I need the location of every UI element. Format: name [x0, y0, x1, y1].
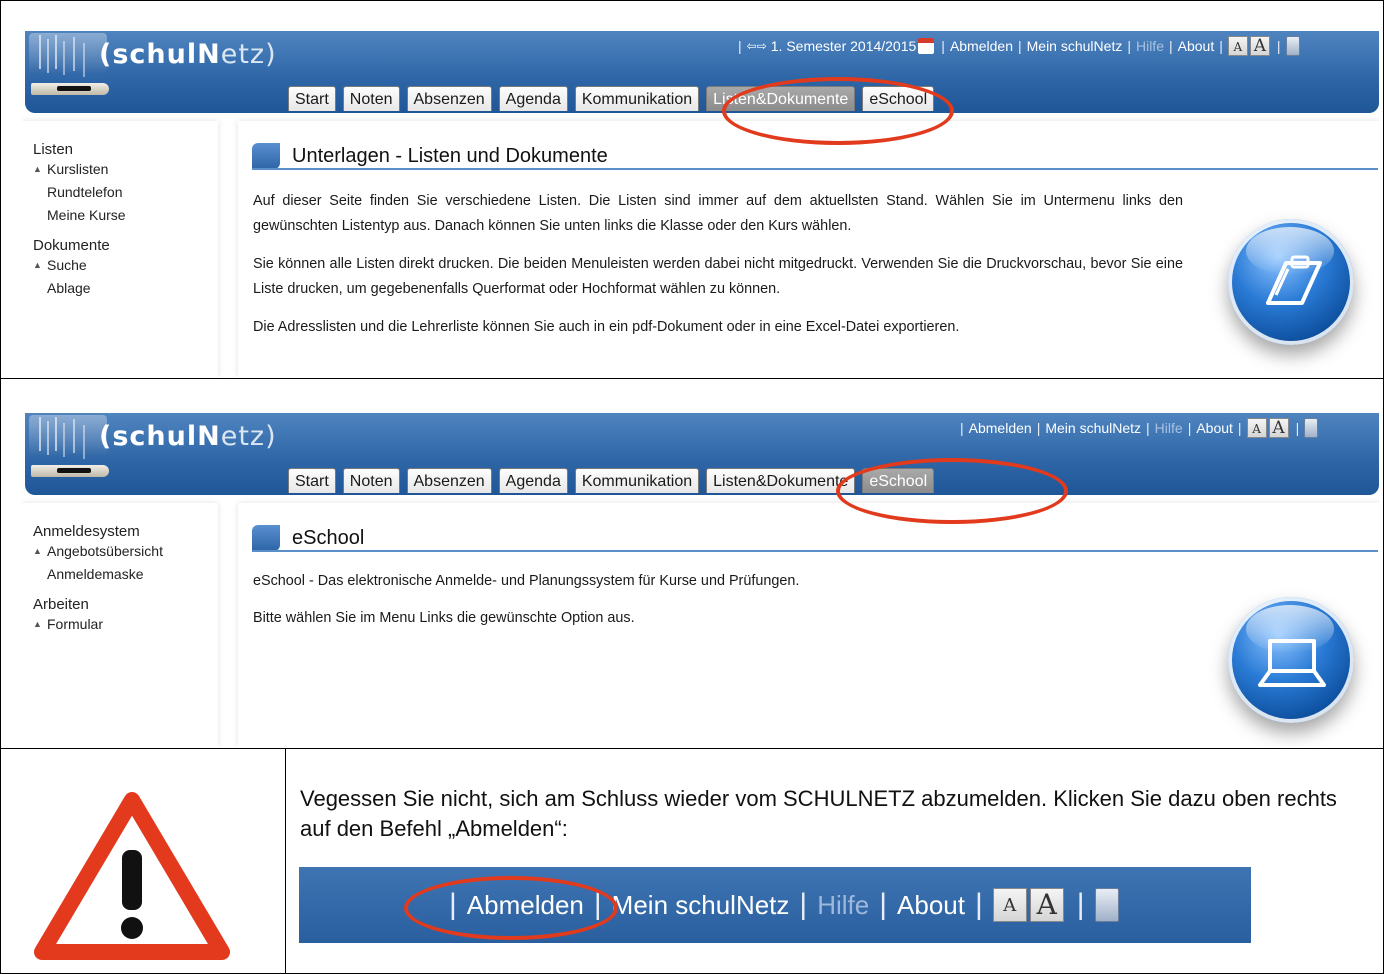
about-link[interactable]: About — [897, 890, 965, 921]
font-larger-button[interactable]: A — [1268, 418, 1289, 438]
semester-label[interactable]: 1. Semester 2014/2015 — [771, 38, 917, 54]
about-link[interactable]: About — [1196, 420, 1233, 436]
sidebar-item-formular[interactable]: ▲ Formular — [22, 613, 218, 636]
print-icon[interactable] — [1094, 888, 1119, 922]
sidebar-item-angebotsuebersicht[interactable]: ▲ Angebotsübersicht — [22, 540, 218, 563]
logout-link[interactable]: Abmelden — [969, 420, 1032, 436]
header-pencil-graphic — [31, 465, 109, 477]
content-area: eSchool eSchool - Das elektronische Anme… — [238, 503, 1380, 747]
warning-triangle-icon — [34, 792, 230, 960]
sidebar-group-anmeldesystem: Anmeldesystem — [33, 523, 140, 540]
tab-absenzen[interactable]: Absenzen — [406, 86, 492, 111]
help-link[interactable]: Hilfe — [817, 890, 869, 921]
tab-noten[interactable]: Noten — [342, 86, 400, 111]
highlight-ellipse — [722, 77, 954, 145]
sidebar: Listen ▲ Kurslisten Rundtelefon Meine Kur… — [22, 121, 218, 377]
screenshot-panel-listen: (schulNetz) | ⇦⇨ 1. Semester 2014/2015 |… — [22, 31, 1380, 377]
sidebar-group-dokumente: Dokumente — [33, 237, 110, 254]
header-graphic — [29, 415, 107, 455]
sidebar-group-listen: Listen — [33, 141, 74, 158]
tab-start[interactable]: Start — [288, 86, 336, 111]
row-divider — [0, 748, 1384, 749]
tab-kommunikation[interactable]: Kommunikation — [574, 86, 700, 111]
paragraph: Auf dieser Seite finden Sie verschiedene… — [253, 193, 1183, 234]
help-link[interactable]: Hilfe — [1155, 420, 1183, 436]
top-nav: | ⇦⇨ 1. Semester 2014/2015 | Abmelden | … — [733, 35, 1300, 57]
font-larger-button[interactable]: A — [1249, 36, 1270, 56]
title-rule — [252, 550, 1378, 552]
header-graphic — [29, 33, 107, 73]
calendar-icon[interactable] — [918, 38, 935, 54]
highlight-ellipse — [404, 876, 618, 940]
my-schulnetz-link[interactable]: Mein schulNetz — [1027, 38, 1123, 54]
app-header: (schulNetz) | Abmelden | Mein schulNetz … — [25, 413, 1379, 495]
tab-agenda[interactable]: Agenda — [498, 86, 568, 111]
font-larger-button[interactable]: A — [1029, 888, 1064, 922]
app-logo[interactable]: (schulNetz) — [99, 421, 277, 452]
tab-absenzen[interactable]: Absenzen — [406, 468, 492, 493]
my-schulnetz-link[interactable]: Mein schulNetz — [1045, 420, 1141, 436]
print-icon[interactable] — [1304, 418, 1319, 438]
tab-agenda[interactable]: Agenda — [498, 468, 568, 493]
sidebar-group-arbeiten: Arbeiten — [33, 596, 89, 613]
tab-noten[interactable]: Noten — [342, 468, 400, 493]
title-rule — [252, 168, 1378, 170]
title-marker — [252, 525, 280, 551]
top-nav: | Abmelden | Mein schulNetz | Hilfe | Ab… — [955, 417, 1319, 439]
paragraph: Die Adresslisten und die Lehrerliste kön… — [253, 319, 960, 335]
logout-reminder-text: Vegessen Sie nicht, sich am Schluss wied… — [300, 786, 1337, 841]
expand-triangle-icon: ▲ — [33, 619, 42, 629]
tab-start[interactable]: Start — [288, 468, 336, 493]
page-title-text: eSchool — [292, 526, 365, 549]
paragraph: Bitte wählen Sie im Menu Links die gewün… — [253, 610, 635, 626]
page-title: eSchool — [252, 525, 364, 551]
sidebar-item-anmeldemaske[interactable]: Anmeldemaske — [22, 563, 218, 586]
content-area: Unterlagen - Listen und Dokumente Auf di… — [238, 121, 1380, 377]
title-marker — [252, 143, 280, 169]
semester-switch-arrows-icon[interactable]: ⇦⇨ — [747, 39, 767, 53]
sidebar-item-rundtelefon[interactable]: Rundtelefon — [22, 181, 218, 204]
page-title-text: Unterlagen - Listen und Dokumente — [292, 144, 608, 167]
logout-link[interactable]: Abmelden — [950, 38, 1013, 54]
print-icon[interactable] — [1285, 36, 1300, 56]
sidebar: Anmeldesystem ▲ Angebotsübersicht Anmelde… — [22, 503, 218, 747]
sidebar-item-meine-kurse[interactable]: Meine Kurse — [22, 204, 218, 227]
expand-triangle-icon: ▲ — [33, 546, 42, 556]
sidebar-item-kurslisten[interactable]: ▲ Kurslisten — [22, 158, 218, 181]
laptop-icon — [1228, 597, 1354, 723]
column-divider — [285, 748, 286, 974]
highlight-ellipse — [836, 458, 1068, 524]
font-smaller-button[interactable]: A — [1246, 418, 1267, 438]
sidebar-item-suche[interactable]: ▲ Suche — [22, 254, 218, 277]
about-link[interactable]: About — [1178, 38, 1215, 54]
font-smaller-button[interactable]: A — [992, 888, 1027, 922]
expand-triangle-icon: ▲ — [33, 260, 42, 270]
paragraph: eSchool - Das elektronische Anmelde- und… — [253, 573, 800, 589]
app-logo[interactable]: (schulNetz) — [99, 39, 277, 70]
sidebar-item-ablage[interactable]: Ablage — [22, 277, 218, 300]
tab-kommunikation[interactable]: Kommunikation — [574, 468, 700, 493]
font-smaller-button[interactable]: A — [1227, 36, 1248, 56]
tab-listen-dokumente[interactable]: Listen&Dokumente — [706, 468, 856, 493]
screenshot-panel-eschool: (schulNetz) | Abmelden | Mein schulNetz … — [22, 413, 1380, 747]
clipboard-icon — [1228, 219, 1354, 345]
header-pencil-graphic — [31, 83, 109, 95]
row-divider — [0, 378, 1384, 379]
help-link[interactable]: Hilfe — [1136, 38, 1164, 54]
page-title: Unterlagen - Listen und Dokumente — [252, 143, 608, 169]
app-header: (schulNetz) | ⇦⇨ 1. Semester 2014/2015 |… — [25, 31, 1379, 113]
expand-triangle-icon: ▲ — [33, 164, 42, 174]
my-schulnetz-link[interactable]: Mein schulNetz — [612, 890, 790, 921]
paragraph: Sie können alle Listen direkt drucken. D… — [253, 256, 1183, 297]
